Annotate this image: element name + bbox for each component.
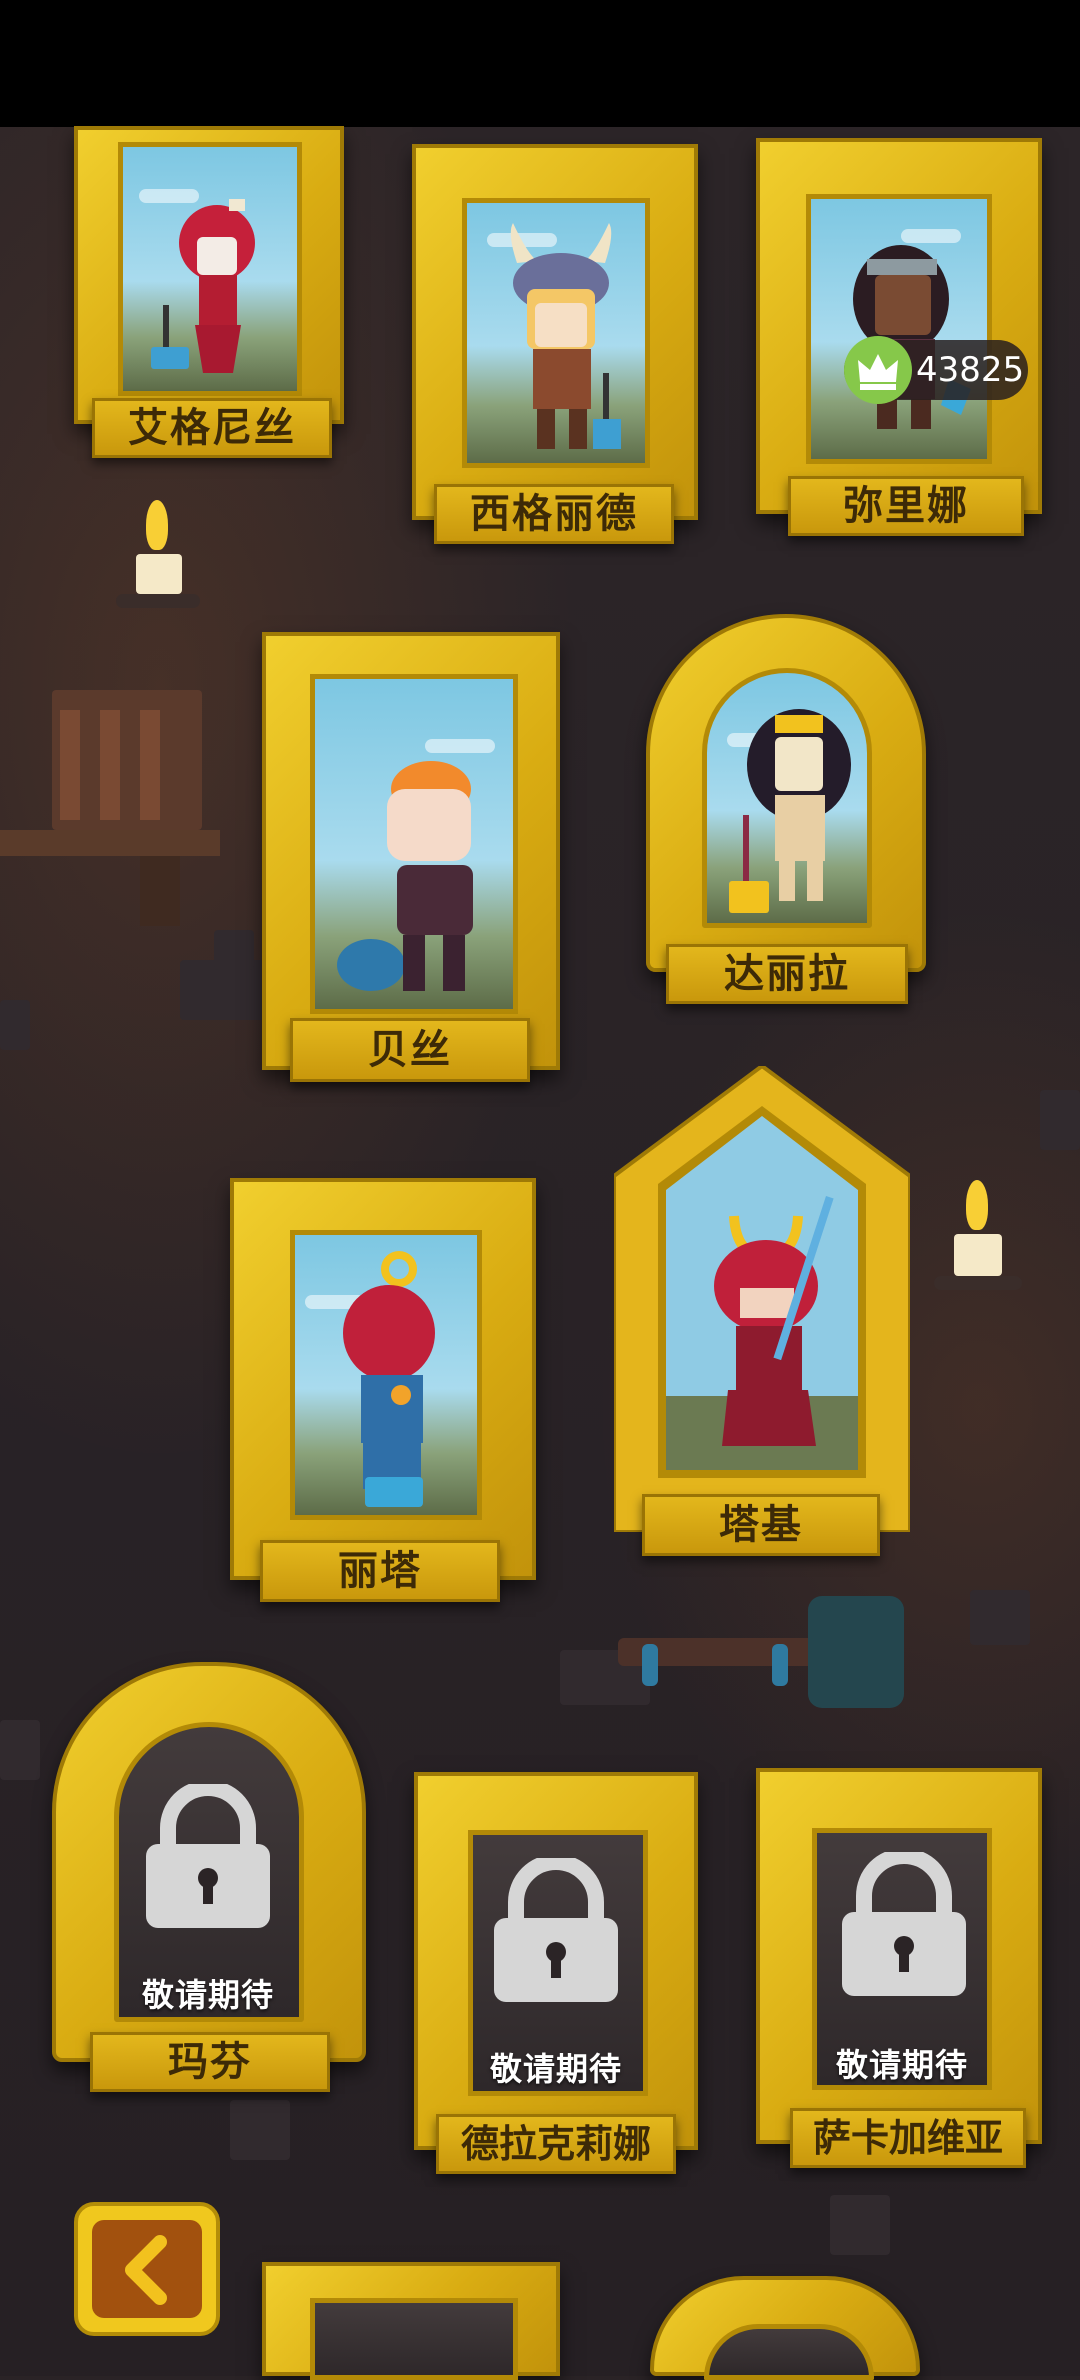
- lock-icon: [494, 1858, 618, 2002]
- crown-icon: [844, 336, 912, 404]
- hero-name-mafen: 玛芬: [90, 2032, 330, 2092]
- hero-frame-aignis[interactable]: [74, 126, 344, 424]
- hero-figure-bess: [337, 761, 473, 991]
- hero-figure-aignis: [151, 199, 255, 373]
- coming-soon-label: 敬请期待: [835, 2046, 968, 2084]
- hero-frame-sigrid[interactable]: [412, 144, 698, 520]
- wall-brick: [830, 2195, 890, 2255]
- hero-frame-partial-left[interactable]: [262, 2262, 560, 2380]
- crown-score-badge: 43825: [844, 336, 1028, 404]
- hero-name-sigrid: 西格丽德: [434, 484, 674, 544]
- status-bar: [0, 0, 1080, 127]
- wall-brick: [0, 1000, 30, 1050]
- wall-brick: [970, 1590, 1030, 1645]
- back-button[interactable]: [74, 2202, 220, 2336]
- candle-right: [930, 1170, 1030, 1320]
- bookshelf: [0, 690, 220, 930]
- hammer-decor: [618, 1596, 908, 1711]
- hero-name-mirina: 弥里娜: [788, 476, 1024, 536]
- lock-icon: [842, 1852, 966, 1996]
- hero-name-taki: 塔基: [642, 1494, 880, 1556]
- chevron-left-icon: [125, 2235, 167, 2305]
- wall-brick: [214, 930, 254, 970]
- wall-brick: [0, 1720, 40, 1780]
- coming-soon-label: 敬请期待: [141, 1976, 274, 2014]
- hero-figure-rita: [343, 1251, 435, 1507]
- hero-figure-dalila: [729, 709, 851, 913]
- score-value: 43825: [916, 350, 1025, 390]
- hero-name-delakelina: 德拉克莉娜: [436, 2114, 676, 2174]
- hero-figure-taki: [714, 1196, 834, 1446]
- wall-brick: [1040, 1090, 1080, 1150]
- hero-frame-mirina[interactable]: [756, 138, 1042, 514]
- hero-name-aignis: 艾格尼丝: [92, 398, 332, 458]
- hero-frame-dalila[interactable]: [646, 614, 926, 972]
- hero-name-rita: 丽塔: [260, 1540, 500, 1602]
- hero-name-sakajiaweiya: 萨卡加维亚: [790, 2108, 1026, 2168]
- coming-soon-label: 敬请期待: [489, 2050, 622, 2088]
- hero-figure-sigrid: [510, 223, 621, 449]
- hero-frame-rita[interactable]: [230, 1178, 536, 1580]
- hero-name-dalila: 达丽拉: [666, 944, 908, 1004]
- wall-brick: [230, 2100, 290, 2160]
- lock-icon: [146, 1784, 270, 1928]
- candle-left: [110, 490, 210, 640]
- hero-name-bess: 贝丝: [290, 1018, 530, 1082]
- hero-frame-bess[interactable]: [262, 632, 560, 1070]
